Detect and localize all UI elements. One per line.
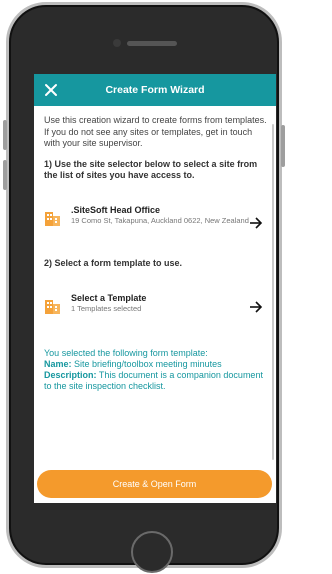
name-value: Site briefing/toolbox meeting minutes — [74, 359, 222, 369]
scrollbar[interactable] — [272, 124, 274, 460]
site-info: .SiteSoft Head Office 19 Como St, Takapu… — [71, 205, 249, 226]
app-screen: Create Form Wizard Use this creation wiz… — [34, 74, 276, 503]
selection-name: Name: Site briefing/toolbox meeting minu… — [44, 359, 267, 370]
name-label: Name: — [44, 359, 72, 369]
wizard-content: Use this creation wizard to create forms… — [34, 106, 276, 392]
site-address: 19 Como St, Takapuna, Auckland 0622, New… — [71, 215, 249, 225]
camera-dot — [113, 39, 121, 47]
step-2-heading: 2) Select a form template to use. — [44, 257, 183, 268]
building-icon — [44, 296, 62, 314]
page-title: Create Form Wizard — [105, 84, 205, 96]
create-open-form-button[interactable]: Create & Open Form — [37, 470, 272, 498]
power-button — [281, 125, 285, 167]
site-selector[interactable]: .SiteSoft Head Office 19 Como St, Takapu… — [44, 205, 267, 249]
description-label: Description: — [44, 370, 97, 380]
template-selector[interactable]: Select a Template 1 Templates selected — [44, 293, 267, 323]
selected-template-summary: You selected the following form template… — [44, 348, 267, 392]
home-button[interactable] — [131, 531, 173, 573]
phone-frame: Create Form Wizard Use this creation wiz… — [6, 2, 282, 573]
arrow-right-icon[interactable] — [249, 216, 263, 230]
site-name: .SiteSoft Head Office — [71, 204, 161, 215]
volume-down-button — [3, 160, 7, 190]
arrow-right-icon[interactable] — [249, 300, 263, 314]
step-1-heading: 1) Use the site selector below to select… — [44, 158, 258, 181]
template-info: Select a Template 1 Templates selected — [71, 293, 146, 314]
selection-intro: You selected the following form template… — [44, 348, 208, 358]
template-title: Select a Template — [71, 293, 147, 303]
volume-up-button — [3, 120, 7, 150]
earpiece — [127, 41, 177, 46]
app-header: Create Form Wizard — [34, 74, 276, 106]
close-icon[interactable] — [42, 81, 60, 99]
selection-description: Description: This document is a companio… — [44, 370, 267, 392]
building-icon — [44, 208, 62, 226]
intro-text: Use this creation wizard to create forms… — [44, 115, 267, 148]
template-count: 1 Templates selected — [71, 304, 142, 313]
